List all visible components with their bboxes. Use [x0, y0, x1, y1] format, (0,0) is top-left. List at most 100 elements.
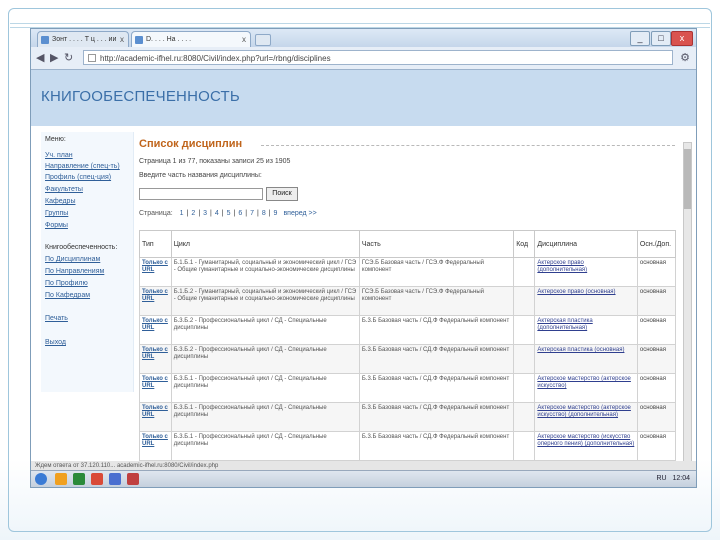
- sidebar-item-by-profile[interactable]: По Профилю: [45, 280, 88, 287]
- sidebar-item-exit[interactable]: Выход: [45, 339, 66, 346]
- reload-icon[interactable]: ↻: [64, 51, 73, 65]
- page-title: Список дисциплин: [139, 138, 243, 150]
- column-header-status[interactable]: Осн./Доп.: [636, 230, 677, 258]
- web-page: КНИГООБЕСПЕЧЕННОСТЬ Меню: Уч. план Напра…: [31, 70, 696, 463]
- page-scrollbar[interactable]: [683, 142, 692, 463]
- type-link[interactable]: Только с URL: [142, 318, 169, 332]
- discipline-link[interactable]: Актерское право (дополнительная): [537, 260, 635, 274]
- clock: 12:04: [672, 475, 690, 482]
- url-bar[interactable]: http://academic-ifhel.ru:8080/Civil/inde…: [83, 50, 673, 65]
- maximize-button[interactable]: □: [651, 31, 671, 46]
- word-icon[interactable]: [109, 473, 121, 485]
- cycle-cell: Б.3.Б.1 - Профессиональный цикл / СД - С…: [173, 405, 327, 418]
- discipline-link[interactable]: Актерское мастерство (актерское искусств…: [537, 405, 635, 419]
- page-link[interactable]: 5: [227, 210, 231, 217]
- part-cell: Б.3.Б Базовая часть / СД.Ф Федеральный к…: [358, 315, 515, 345]
- site-header: КНИГООБЕСПЕЧЕННОСТЬ: [31, 70, 696, 126]
- type-link[interactable]: Только с URL: [142, 347, 169, 361]
- sidebar-item-plan[interactable]: Уч. план: [45, 152, 73, 159]
- wrench-icon[interactable]: ⚙: [680, 51, 690, 64]
- discipline-link[interactable]: Актерская пластика (дополнительная): [537, 318, 635, 332]
- address-toolbar: ◀ ▶ ↻ http://academic-ifhel.ru:8080/Civi…: [31, 47, 696, 70]
- type-link[interactable]: Только с URL: [142, 289, 169, 303]
- column-header-code[interactable]: Код: [513, 230, 536, 258]
- browser-tab-active[interactable]: D. . . . Ha . . . . x: [131, 31, 251, 47]
- discipline-cell: Актерская пластика (дополнительная): [534, 315, 638, 345]
- powerpoint-icon[interactable]: [127, 473, 139, 485]
- sidebar-item-by-department[interactable]: По Кафедрам: [45, 292, 90, 299]
- sidebar-item-print[interactable]: Печать: [45, 315, 68, 322]
- close-tab-icon[interactable]: x: [242, 32, 246, 47]
- status-cell: основная: [639, 434, 666, 440]
- page-link[interactable]: 2: [191, 210, 195, 217]
- search-input[interactable]: [139, 188, 263, 200]
- type-link[interactable]: Только с URL: [142, 434, 169, 448]
- close-window-button[interactable]: x: [671, 31, 693, 46]
- table-row: Только с URL Б.3.Б.1 - Профессиональный ц…: [139, 431, 677, 461]
- page-link[interactable]: 4: [215, 210, 219, 217]
- explorer-icon[interactable]: [55, 473, 67, 485]
- sidebar-item-departments[interactable]: Кафедры: [45, 198, 75, 205]
- slide-rule: [10, 23, 710, 24]
- discipline-link[interactable]: Актерская пластика (основная): [537, 347, 635, 354]
- new-tab-button[interactable]: [255, 34, 271, 46]
- page-link[interactable]: 8: [262, 210, 266, 217]
- media-icon[interactable]: [73, 473, 85, 485]
- code-cell: [513, 402, 536, 432]
- sidebar-item-by-direction[interactable]: По Направлениям: [45, 268, 104, 275]
- sidebar-item-profile[interactable]: Профиль (спец-ция): [45, 174, 111, 181]
- status-cell: основная: [639, 347, 666, 353]
- column-header-part[interactable]: Часть: [358, 230, 515, 258]
- scrollbar-thumb[interactable]: [684, 149, 691, 209]
- column-header-discipline[interactable]: Дисциплина: [534, 230, 638, 258]
- taskbar: RU 12:04: [31, 470, 696, 487]
- browser-titlebar: Зонт . . . . Т ц . . . ии x D. . . . Ha …: [31, 29, 696, 47]
- page-link[interactable]: 1: [180, 210, 184, 217]
- code-cell: [513, 257, 536, 287]
- column-header-cycle[interactable]: Цикл: [170, 230, 360, 258]
- column-header-type[interactable]: Тип: [139, 230, 172, 258]
- cycle-cell: Б.1.Б.1 - Гуманитарный, социальный и эко…: [173, 260, 357, 273]
- next-page-link[interactable]: вперед >>: [283, 210, 316, 217]
- site-title: КНИГООБЕСПЕЧЕННОСТЬ: [41, 88, 240, 105]
- type-cell: Только с URL: [139, 315, 172, 345]
- language-indicator[interactable]: RU: [657, 475, 667, 482]
- back-arrow-icon[interactable]: ◀: [36, 51, 44, 65]
- type-cell: Только с URL: [139, 402, 172, 432]
- type-link[interactable]: Только с URL: [142, 405, 169, 419]
- cycle-cell: Б.1.Б.1 - Гуманитарный, социальный и эко…: [170, 257, 360, 287]
- type-link[interactable]: Только с URL: [142, 376, 169, 390]
- discipline-link[interactable]: Актерское мастерство (актерское искусств…: [537, 376, 635, 390]
- minimize-button[interactable]: _: [630, 31, 650, 46]
- sidebar-item-forms[interactable]: Формы: [45, 222, 68, 229]
- page-link[interactable]: 7: [250, 210, 254, 217]
- browser-icon[interactable]: [91, 473, 103, 485]
- page-link[interactable]: 9: [274, 210, 278, 217]
- sidebar-item-faculties[interactable]: Факультеты: [45, 186, 83, 193]
- sidebar-item-direction[interactable]: Направление (спец-ть): [45, 163, 120, 170]
- page-favicon-icon: [41, 36, 49, 44]
- cycle-cell: Б.3.Б.2 - Профессиональный цикл / СД - С…: [170, 315, 360, 345]
- discipline-link[interactable]: Актерское мастерство (искусство оперного…: [537, 434, 635, 448]
- sidebar-item-by-discipline[interactable]: По Дисциплинам: [45, 256, 100, 263]
- discipline-link[interactable]: Актерское право (основная): [537, 289, 635, 296]
- table-header-row: Тип Цикл Часть Код Дисциплина Осн./Доп.: [139, 230, 677, 258]
- type-cell: Только с URL: [139, 344, 172, 374]
- sidebar-item-groups[interactable]: Группы: [45, 210, 68, 217]
- type-link[interactable]: Только с URL: [142, 260, 169, 274]
- close-tab-icon[interactable]: x: [120, 32, 124, 47]
- part-cell: ГСЭ.Б Базовая часть / ГСЭ.Ф Федеральный …: [358, 257, 515, 287]
- forward-arrow-icon[interactable]: ▶: [50, 51, 58, 65]
- part-cell: Б.3.Б Базовая часть / СД.Ф Федеральный к…: [361, 405, 510, 411]
- cycle-cell: Б.3.Б.1 - Профессиональный цикл / СД - С…: [173, 434, 327, 447]
- code-cell: [513, 431, 536, 461]
- part-cell: Б.3.Б Базовая часть / СД.Ф Федеральный к…: [358, 344, 515, 374]
- status-cell: основная: [636, 315, 677, 345]
- search-button[interactable]: Поиск: [266, 187, 298, 201]
- browser-tab[interactable]: Зонт . . . . Т ц . . . ии x: [37, 31, 129, 47]
- page-link[interactable]: 6: [238, 210, 242, 217]
- browser-window: Зонт . . . . Т ц . . . ии x D. . . . Ha …: [30, 28, 697, 488]
- page-link[interactable]: 3: [203, 210, 207, 217]
- discipline-cell: Актерское право (дополнительная): [534, 257, 638, 287]
- start-button-icon[interactable]: [35, 473, 47, 485]
